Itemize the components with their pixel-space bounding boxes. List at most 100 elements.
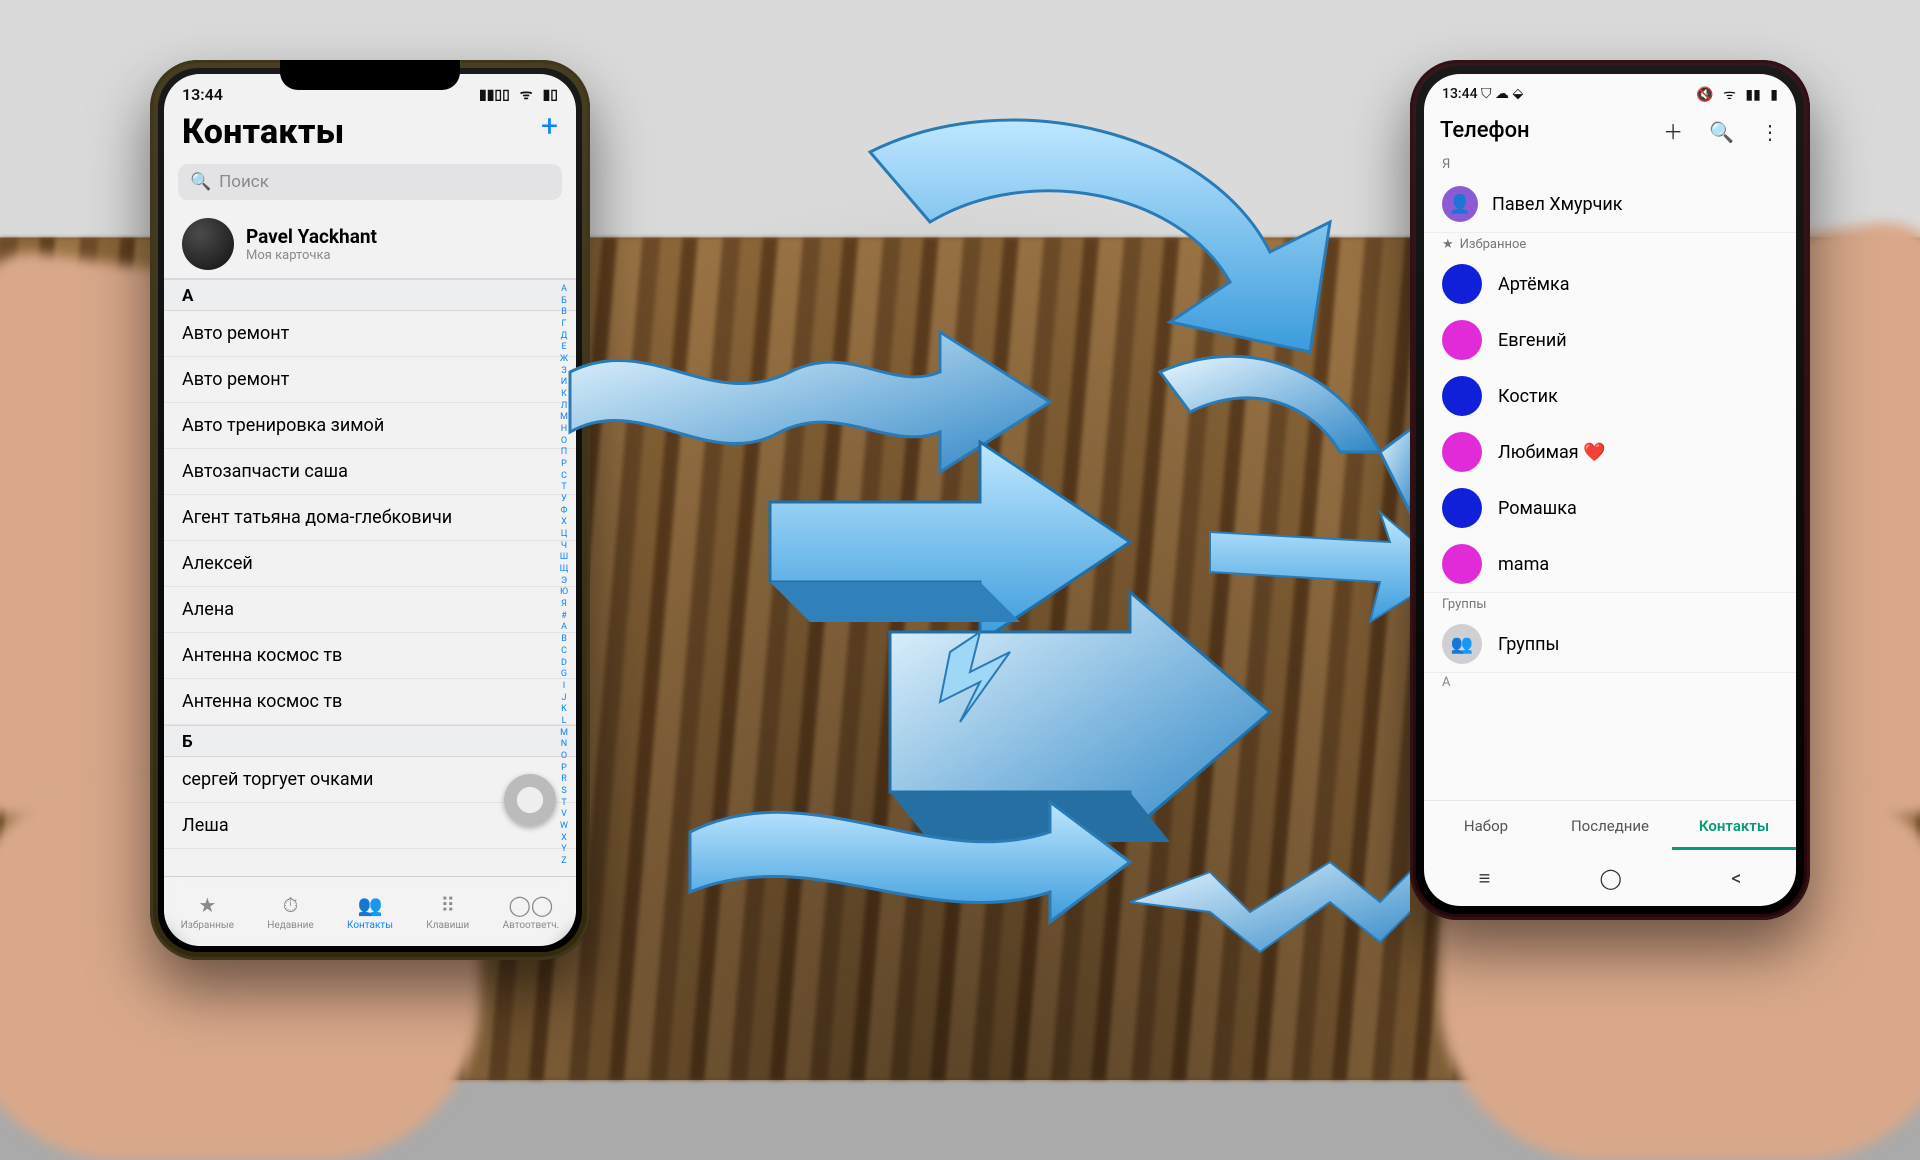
index-letter[interactable]: Ю: [560, 587, 568, 597]
index-letter[interactable]: И: [561, 377, 567, 387]
favorite-row[interactable]: mama: [1424, 536, 1796, 592]
index-letter[interactable]: V: [561, 809, 567, 819]
contact-row[interactable]: Алена: [164, 587, 576, 633]
index-letter[interactable]: У: [561, 494, 567, 504]
favorite-row[interactable]: Костик: [1424, 368, 1796, 424]
index-letter[interactable]: X: [561, 833, 567, 843]
contact-name: Ромашка: [1498, 498, 1577, 519]
search-button[interactable]: 🔍: [1709, 120, 1734, 144]
index-letter[interactable]: Ш: [560, 552, 568, 562]
contact-row[interactable]: Авто тренировка зимой: [164, 403, 576, 449]
index-letter[interactable]: B: [561, 634, 567, 644]
index-letter[interactable]: Т: [561, 482, 566, 492]
contact-row[interactable]: Антенна космос тв: [164, 633, 576, 679]
favorite-row[interactable]: Любимая ❤️: [1424, 424, 1796, 480]
tab-Последние[interactable]: Последние: [1548, 801, 1672, 850]
index-letter[interactable]: R: [561, 774, 567, 784]
favorite-row[interactable]: Евгений: [1424, 312, 1796, 368]
add-button[interactable]: ＋: [1663, 120, 1683, 144]
index-letter[interactable]: Е: [561, 342, 566, 352]
index-letter[interactable]: O: [561, 751, 567, 761]
contact-row[interactable]: Агент татьяна дома-глебковичи: [164, 495, 576, 541]
search-input[interactable]: 🔍 Поиск: [178, 164, 562, 200]
index-letter[interactable]: Я: [561, 599, 567, 609]
index-letter[interactable]: J: [562, 693, 567, 703]
tab-Контакты[interactable]: Контакты: [1672, 801, 1796, 850]
favorite-row[interactable]: Ромашка: [1424, 480, 1796, 536]
favorites-header: ★ Избранное: [1424, 232, 1796, 256]
index-letter[interactable]: G: [561, 669, 567, 679]
tab-Автоответч.[interactable]: ◯◯Автоответч.: [503, 893, 560, 931]
index-letter[interactable]: K: [561, 704, 567, 714]
tab-Клавиши[interactable]: ⠿Клавиши: [426, 893, 469, 931]
index-letter[interactable]: Х: [561, 517, 567, 527]
index-letter[interactable]: Э: [561, 576, 567, 586]
index-letter[interactable]: В: [561, 307, 567, 317]
tab-icon: ★: [198, 893, 216, 917]
index-letter[interactable]: N: [561, 739, 567, 749]
index-letter[interactable]: S: [561, 786, 566, 796]
tab-Контакты[interactable]: 👥Контакты: [347, 893, 393, 931]
groups-icon: 👥: [1442, 624, 1482, 664]
add-contact-button[interactable]: +: [541, 112, 558, 142]
my-profile-row[interactable]: 👤 Павел Хмурчик: [1424, 176, 1796, 232]
index-letter[interactable]: З: [561, 366, 566, 376]
alphabet-index[interactable]: АБВГДЕЖЗИКЛМНОПРСТУФХЦЧШЩЭЮЯ #ABCDGIJKLMN…: [556, 284, 572, 866]
index-letter[interactable]: W: [560, 821, 568, 831]
index-letter[interactable]: M: [560, 728, 568, 738]
tab-Недавние[interactable]: ⏱Недавние: [267, 893, 313, 931]
back-button[interactable]: <: [1731, 866, 1741, 890]
contact-name: Костик: [1498, 386, 1558, 407]
contact-row[interactable]: Авто ремонт: [164, 311, 576, 357]
index-letter[interactable]: Щ: [560, 564, 569, 574]
groups-row[interactable]: 👥 Группы: [1424, 616, 1796, 672]
favorite-row[interactable]: Артёмка: [1424, 256, 1796, 312]
index-letter[interactable]: T: [561, 798, 566, 808]
status-time: 13:44 ⛉ ☁ ⬙: [1442, 86, 1523, 102]
index-letter[interactable]: Р: [561, 459, 567, 469]
assistive-touch-button[interactable]: [504, 774, 556, 826]
index-letter[interactable]: О: [561, 436, 567, 446]
index-letter[interactable]: #: [561, 611, 567, 621]
index-letter[interactable]: Л: [561, 401, 567, 411]
index-letter[interactable]: C: [561, 646, 567, 656]
index-letter[interactable]: Z: [561, 856, 566, 866]
wifi-icon: ᯤ: [1723, 87, 1736, 103]
index-letter[interactable]: Г: [561, 319, 566, 329]
index-letter[interactable]: A: [561, 622, 567, 632]
contact-row[interactable]: Автозапчасти саша: [164, 449, 576, 495]
index-letter[interactable]: К: [561, 389, 567, 399]
index-letter[interactable]: П: [561, 447, 567, 457]
contact-avatar: [1442, 376, 1482, 416]
index-letter[interactable]: Ж: [560, 354, 568, 364]
samsung-device: 13:44 ⛉ ☁ ⬙ 🔇 ᯤ ▮▮ ▮ Телефон ＋ 🔍 ⋮ Я 👤 П…: [1410, 60, 1810, 920]
contact-avatar: [1442, 320, 1482, 360]
index-letter[interactable]: А: [561, 284, 567, 294]
contact-row[interactable]: Авто ремонт: [164, 357, 576, 403]
contact-row[interactable]: Алексей: [164, 541, 576, 587]
index-letter[interactable]: Ц: [561, 529, 568, 539]
index-letter[interactable]: L: [562, 716, 567, 726]
contacts-list[interactable]: ААвто ремонтАвто ремонтАвто тренировка з…: [164, 279, 576, 849]
tab-Набор[interactable]: Набор: [1424, 801, 1548, 850]
index-letter[interactable]: I: [563, 681, 565, 691]
index-letter[interactable]: Д: [561, 331, 568, 341]
home-button[interactable]: ◯: [1600, 866, 1622, 890]
index-letter[interactable]: P: [561, 763, 567, 773]
my-card-row[interactable]: Pavel Yackhant Моя карточка: [164, 210, 576, 279]
tab-Избранные[interactable]: ★Избранные: [181, 893, 234, 931]
tab-label: Клавиши: [426, 920, 469, 931]
index-letter[interactable]: С: [561, 471, 567, 481]
app-title: Телефон: [1440, 118, 1530, 143]
index-letter[interactable]: Ч: [561, 541, 567, 551]
index-letter[interactable]: Y: [561, 844, 566, 854]
index-letter[interactable]: М: [560, 412, 568, 422]
index-letter[interactable]: Б: [561, 296, 567, 306]
recents-button[interactable]: ≡: [1479, 866, 1491, 891]
index-letter[interactable]: Н: [561, 424, 567, 434]
index-letter[interactable]: D: [561, 658, 567, 668]
contact-row[interactable]: Антенна космос тв: [164, 679, 576, 725]
more-button[interactable]: ⋮: [1760, 120, 1780, 144]
index-letter[interactable]: Ф: [561, 506, 568, 516]
tab-icon: ⏱: [283, 893, 299, 917]
